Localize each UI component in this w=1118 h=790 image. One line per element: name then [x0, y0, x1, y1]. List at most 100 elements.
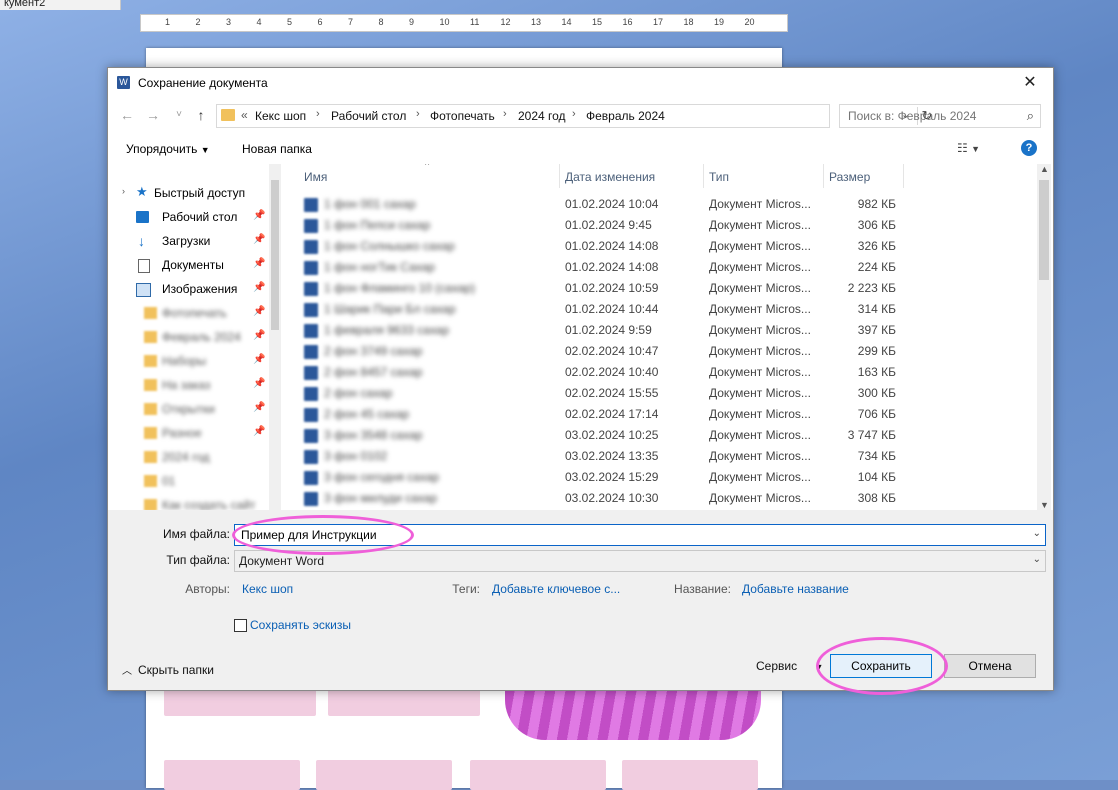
back-button[interactable]: ←	[118, 105, 136, 125]
file-type: Документ Micros...	[709, 344, 811, 358]
chevron-right-icon[interactable]: ›	[572, 108, 576, 120]
forward-button[interactable]: →	[144, 105, 162, 125]
organize-button[interactable]: Упорядочить ▼	[126, 142, 210, 156]
sidebar-item-folder[interactable]: Открытки 📌	[108, 398, 268, 420]
pin-icon[interactable]: 📌	[253, 426, 265, 437]
pin-icon[interactable]: 📌	[253, 306, 265, 317]
cancel-button[interactable]: Отмена	[944, 654, 1036, 678]
title-input[interactable]: Добавьте название	[742, 582, 849, 596]
chevron-right-icon[interactable]: ›	[316, 108, 320, 120]
file-row[interactable]: 1 февраля 9633 сахар 01.02.2024 9:59 Докум…	[284, 320, 1024, 341]
word-tab-secondary[interactable]	[90, 0, 121, 10]
file-row[interactable]: 1 фон ногТик Сахар 01.02.2024 14:08 Докуме…	[284, 257, 1024, 278]
overflow-chevron-icon[interactable]: «	[241, 108, 248, 122]
view-options-button[interactable]: ☷ ▼	[957, 141, 980, 155]
search-box[interactable]: ⌕	[839, 104, 1041, 128]
file-row[interactable]: 2 фон сахар 02.02.2024 15:55 Документ Micr…	[284, 383, 1024, 404]
save-thumbnails-checkbox[interactable]	[234, 619, 247, 632]
file-row[interactable]: 3 фон 3548 сахар 03.02.2024 10:25 Документ…	[284, 425, 1024, 446]
file-row[interactable]: 1 фон 001 сахар 01.02.2024 10:04 Документ …	[284, 194, 1024, 215]
column-header-date[interactable]: Дата изменения	[559, 164, 704, 188]
breadcrumb-item[interactable]: Февраль 2024	[586, 109, 665, 123]
sidebar-item-desktop[interactable]: Рабочий стол 📌	[108, 206, 268, 228]
scroll-up-icon[interactable]: ▲	[1040, 164, 1049, 174]
file-name: 3 фон милуди сахар	[324, 491, 437, 505]
tools-button[interactable]: Сервис ▼	[756, 659, 823, 673]
file-row[interactable]: 1 фон Солнышко сахар 01.02.2024 14:08 Доку…	[284, 236, 1024, 257]
sidebar-item-folder[interactable]: Как создать сайт	[108, 494, 268, 510]
file-row[interactable]: 1 фон Фламинго 10 (сахар) 01.02.2024 10:5…	[284, 278, 1024, 299]
breadcrumb-item[interactable]: 2024 год	[518, 109, 566, 123]
file-row[interactable]: 3 фон милуди сахар 03.02.2024 10:30 Докуме…	[284, 488, 1024, 509]
file-size: 163 КБ	[857, 365, 896, 379]
sidebar-item-documents[interactable]: Документы 📌	[108, 254, 268, 276]
column-header-size[interactable]: Размер	[823, 164, 904, 188]
file-row[interactable]: 2 фон 45 сахар 02.02.2024 17:14 Документ M…	[284, 404, 1024, 425]
file-row[interactable]: 1 фон Пепси сахар 01.02.2024 9:45 Документ…	[284, 215, 1024, 236]
chevron-down-icon[interactable]: ⌄	[1033, 554, 1041, 565]
breadcrumb-item[interactable]: Фотопечать	[430, 109, 495, 123]
file-name: 2 фон 8457 сахар	[324, 365, 423, 379]
folder-icon	[144, 355, 157, 367]
sidebar-item-downloads[interactable]: ↓ Загрузки 📌	[108, 230, 268, 252]
help-button[interactable]: ?	[1021, 140, 1037, 156]
sidebar-item-folder[interactable]: На заказ 📌	[108, 374, 268, 396]
sidebar-item-folder[interactable]: Февраль 2024 📌	[108, 326, 268, 348]
file-row[interactable]: 3 фон сегодня сахар 03.02.2024 15:29 Докум…	[284, 467, 1024, 488]
word-document-tab[interactable]: кумент2	[0, 0, 93, 10]
pin-icon[interactable]: 📌	[253, 282, 265, 293]
tags-label: Теги:	[452, 582, 480, 596]
file-name: 1 февраля 9633 сахар	[324, 323, 450, 337]
hide-folders-label: Скрыть папки	[138, 663, 214, 677]
save-thumbnails-label[interactable]: Сохранять эскизы	[250, 618, 351, 632]
pin-icon[interactable]: 📌	[253, 258, 265, 269]
pin-icon[interactable]: 📌	[253, 330, 265, 341]
chevron-right-icon[interactable]: ›	[503, 108, 507, 120]
folder-icon	[221, 109, 235, 121]
pin-icon[interactable]: 📌	[253, 234, 265, 245]
file-row[interactable]: 3 фон 0102 03.02.2024 13:35 Документ Micro…	[284, 446, 1024, 467]
recent-locations-button[interactable]: ˅	[170, 105, 188, 125]
ruler-mark: 20	[744, 17, 755, 27]
up-button[interactable]: ↑	[192, 105, 210, 125]
scrollbar-thumb[interactable]	[1039, 180, 1049, 280]
address-bar[interactable]: « Кекс шоп › Рабочий стол › Фотопечать ›…	[216, 104, 932, 128]
ruler[interactable]: 1 2 3 4 5 6 7 8 9 10 11 12 13 14 15 16 17 18 19 20	[140, 14, 788, 32]
chevron-down-icon[interactable]: ⌄	[1033, 528, 1041, 539]
column-header-name[interactable]: Имя ^	[284, 164, 560, 188]
breadcrumb-item[interactable]: Кекс шоп	[255, 109, 306, 123]
nav-scrollbar[interactable]	[269, 164, 281, 510]
star-icon: ★	[136, 184, 148, 199]
sidebar-item-label: Разное	[162, 426, 202, 440]
sidebar-item-folder[interactable]: 2024 год	[108, 446, 268, 468]
sidebar-item-folder[interactable]: Фотопечать 📌	[108, 302, 268, 324]
search-input[interactable]	[840, 105, 1032, 127]
file-row[interactable]: 2 фон 8457 сахар 02.02.2024 10:40 Документ…	[284, 362, 1024, 383]
hide-folders-button[interactable]: ︿ Скрыть папки	[122, 662, 214, 677]
file-row[interactable]: 2 фон 3749 сахар 02.02.2024 10:47 Документ…	[284, 341, 1024, 362]
new-folder-button[interactable]: Новая папка	[242, 142, 312, 156]
pin-icon[interactable]: 📌	[253, 378, 265, 389]
word-document-icon	[304, 282, 318, 296]
tags-input[interactable]: Добавьте ключевое с...	[492, 582, 620, 596]
file-row[interactable]: 1 Шарик Пари Бл сахар 01.02.2024 10:44 Док…	[284, 299, 1024, 320]
scroll-down-icon[interactable]: ▼	[1040, 500, 1049, 510]
expand-chevron-icon[interactable]: ›	[122, 186, 125, 196]
close-button[interactable]: ✕	[1007, 68, 1053, 98]
pin-icon[interactable]: 📌	[253, 354, 265, 365]
file-list-scrollbar[interactable]: ▲ ▼	[1037, 164, 1051, 510]
quick-access-item[interactable]: › ★ Быстрый доступ	[108, 182, 268, 204]
tools-label: Сервис	[756, 659, 798, 673]
pin-icon[interactable]: 📌	[253, 210, 265, 221]
sidebar-item-folder[interactable]: Разное 📌	[108, 422, 268, 444]
sidebar-item-folder[interactable]: Наборы 📌	[108, 350, 268, 372]
sidebar-item-pictures[interactable]: Изображения 📌	[108, 278, 268, 300]
authors-value[interactable]: Кекс шоп	[242, 582, 293, 596]
scrollbar-thumb[interactable]	[271, 180, 279, 330]
column-header-type[interactable]: Тип	[703, 164, 824, 188]
pin-icon[interactable]: 📌	[253, 402, 265, 413]
breadcrumb-item[interactable]: Рабочий стол	[331, 109, 406, 123]
chevron-right-icon[interactable]: ›	[416, 108, 420, 120]
file-type: Документ Micros...	[709, 281, 811, 295]
sidebar-item-folder[interactable]: 01	[108, 470, 268, 492]
